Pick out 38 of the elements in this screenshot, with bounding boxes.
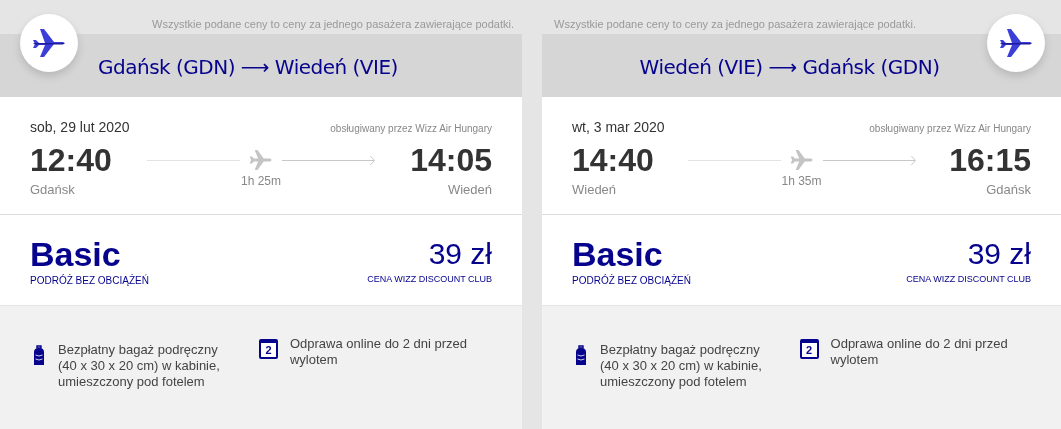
operator-text: obsługiwany przez Wizz Air Hungary xyxy=(869,122,1031,136)
backpack-icon xyxy=(574,345,588,366)
feature-text: Odprawa online do 2 dni przed wylotem xyxy=(830,336,1009,368)
departure-city: Gdańsk xyxy=(30,181,76,199)
price-note: Wszystkie podane ceny to ceny za jednego pasażera zawierające podatki. xyxy=(152,16,514,32)
price-subtitle: CENA WIZZ DISCOUNT CLUB xyxy=(367,273,492,286)
airplane-icon xyxy=(788,148,815,172)
calendar-icon: 2 xyxy=(258,339,278,359)
feature-text: Bezpłatny bagaż podręczny (40 x 30 x 20 cm) w kabinie, umieszczony pod fotelem xyxy=(58,342,221,390)
departure-time: 14:40 xyxy=(572,141,655,180)
flight-date: sob, 29 lut 2020 xyxy=(30,118,130,137)
price-note: Wszystkie podane ceny to ceny za jednego pasażera zawierające podatki. xyxy=(554,16,916,32)
arrival-time: 14:05 xyxy=(410,141,492,180)
feature-text: Odprawa online do 2 dni przed wylotem xyxy=(289,336,469,368)
feature-text: Bezpłatny bagaż podręczny (40 x 30 x 20 cm) w kabinie, umieszczony pod fotelem xyxy=(600,342,763,390)
route-title: Gdańsk (GDN) ⟶ Wiedeń (VIE) xyxy=(98,54,398,81)
flight-duration: 1h 35m xyxy=(781,173,822,190)
operator-text: obsługiwany przez Wizz Air Hungary xyxy=(330,122,492,136)
calendar-icon: 2 xyxy=(799,339,819,359)
departure-city: Wiedeń xyxy=(572,181,618,199)
arrival-time: 16:15 xyxy=(949,141,1031,180)
arrival-city: Wiedeń xyxy=(447,181,492,199)
airplane-icon xyxy=(998,26,1034,60)
departure-time: 12:40 xyxy=(30,141,113,180)
price: 39 zł xyxy=(967,236,1031,272)
fare-name: Basic xyxy=(572,235,664,273)
fare-name: Basic xyxy=(30,235,122,273)
flight-date: wt, 3 mar 2020 xyxy=(572,118,665,137)
price-subtitle: CENA WIZZ DISCOUNT CLUB xyxy=(906,273,1031,286)
arrival-city: Gdańsk xyxy=(986,181,1031,199)
fare-subtitle: PODRÓŻ BEZ OBCIĄŻEŃ xyxy=(30,273,149,288)
route-title: Wiedeń (VIE) ⟶ Gdańsk (GDN) xyxy=(639,54,940,81)
price: 39 zł xyxy=(428,236,492,272)
backpack-icon xyxy=(32,345,46,366)
flight-duration: 1h 25m xyxy=(241,173,281,190)
fare-subtitle: PODRÓŻ BEZ OBCIĄŻEŃ xyxy=(572,273,691,288)
airplane-icon xyxy=(248,148,274,172)
airplane-icon xyxy=(31,26,67,60)
